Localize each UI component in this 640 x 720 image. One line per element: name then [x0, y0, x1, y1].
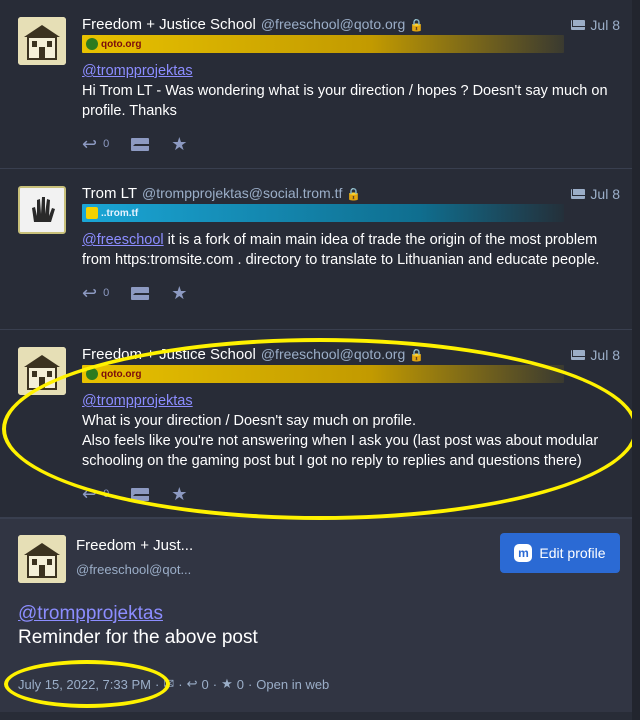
date-text: Jul 8 [590, 347, 620, 363]
mention-link[interactable]: @trompprojektas [18, 603, 163, 625]
favourite-button[interactable]: ★ [171, 284, 187, 302]
lock-icon: 🔒 [409, 18, 425, 32]
reply-icon: ↩ [82, 134, 98, 154]
reply-all-icon: ↩ [186, 676, 198, 691]
status-actions: ↩ 0 ★ [82, 284, 626, 302]
instance-name: qoto.org [101, 38, 142, 50]
status-actions: ↩ 0 ★ [82, 485, 626, 503]
instance-icon [86, 368, 98, 380]
reply-all-icon: ↩ [82, 484, 98, 504]
reply-count: 0 [103, 488, 110, 500]
favourite-button[interactable]: ★ [171, 485, 187, 503]
status-text: Hi Trom LT - Was wondering what is your … [82, 83, 608, 119]
star-icon: ★ [171, 134, 188, 154]
status-header: Freedom + Justice School @freeschool@qot… [82, 344, 626, 364]
instance-icon [86, 207, 98, 219]
envelope-icon [131, 137, 152, 151]
status-header: Freedom + Justice School @freeschool@qot… [82, 14, 626, 34]
favourite-count: 0 [236, 676, 244, 692]
instance-icon [86, 38, 98, 50]
edit-profile-label: Edit profile [539, 545, 606, 561]
status-item[interactable]: Freedom + Justice School @freeschool@qot… [0, 0, 640, 169]
display-name[interactable]: Freedom + Justice School [82, 345, 256, 365]
instance-name: qoto.org [101, 368, 142, 380]
avatar[interactable] [18, 17, 66, 65]
display-name[interactable]: Trom LT [82, 184, 137, 204]
account-handle[interactable]: @freeschool@qoto.org [261, 344, 405, 364]
account-handle[interactable]: @trompprojektas@social.trom.tf [142, 183, 342, 203]
reply-all-button[interactable]: ↩ 0 [82, 485, 109, 503]
envelope-icon [571, 350, 587, 360]
status-item[interactable]: Freedom + Justice School @freeschool@qot… [0, 330, 640, 518]
direct-button[interactable] [131, 137, 152, 151]
status-meta: July 15, 2022, 7:33 PM · ✉ · ↩ 0 · ★ 0 ·… [18, 676, 329, 692]
star-icon: ★ [171, 484, 188, 504]
avatar[interactable] [18, 535, 66, 583]
status-text-line: Also feels like you're not answering whe… [82, 433, 599, 469]
hand-icon [20, 188, 64, 232]
lock-icon: 🔒 [346, 187, 362, 201]
reply-button[interactable]: ↩ 0 [82, 135, 109, 153]
edit-profile-button[interactable]: m Edit profile [500, 533, 620, 573]
status-content: @trompprojektas Hi Trom LT - Was wonderi… [82, 61, 626, 121]
separator: · [247, 676, 253, 692]
instance-ticker: qoto.org [82, 365, 564, 383]
reply-all-button[interactable]: ↩ 0 [82, 284, 109, 302]
direct-button[interactable] [131, 286, 152, 300]
mention-link[interactable]: @trompprojektas [82, 63, 193, 79]
school-house-icon [18, 347, 66, 395]
instance-ticker: qoto.org [82, 35, 564, 53]
status-date[interactable]: Jul 8 [571, 186, 620, 202]
display-name[interactable]: Freedom + Justice School [82, 15, 256, 35]
school-house-icon [18, 17, 66, 65]
separator: · [212, 676, 218, 692]
scrollbar[interactable] [632, 0, 640, 720]
favourite-button[interactable]: ★ [171, 135, 187, 153]
status-actions: ↩ 0 ★ [82, 135, 626, 153]
star-icon: ★ [221, 676, 233, 691]
display-name[interactable]: Freedom + Just... [76, 537, 193, 554]
avatar[interactable] [18, 186, 66, 234]
instance-ticker: ..trom.tf [82, 204, 564, 222]
status-content: @trompprojektas What is your direction /… [82, 391, 626, 471]
separator: · [154, 676, 160, 692]
status-text-line: What is your direction / Doesn't say muc… [82, 413, 416, 429]
avatar[interactable] [18, 347, 66, 395]
mention-link[interactable]: @freeschool [82, 232, 164, 248]
separator: · [178, 676, 183, 692]
account-handle[interactable]: @freeschool@qot... [76, 562, 191, 577]
reply-all-icon: ↩ [82, 283, 98, 303]
focused-status: Freedom + Just... @freeschool@qot... m E… [0, 518, 632, 712]
envelope-icon [571, 189, 587, 199]
open-in-web-link[interactable]: Open in web [256, 677, 329, 692]
mention-link[interactable]: @trompprojektas [82, 393, 193, 409]
status-content: @freeschool it is a fork of main main id… [82, 230, 626, 270]
reply-count: 0 [103, 138, 110, 150]
mastodon-icon: m [514, 544, 533, 562]
reply-count: 0 [103, 287, 110, 299]
status-item[interactable]: Trom LT @trompprojektas@social.trom.tf 🔒… [0, 169, 640, 330]
status-text: Reminder for the above post [18, 627, 258, 648]
reply-count: 0 [201, 676, 209, 692]
date-text: Jul 8 [590, 17, 620, 33]
envelope-icon [571, 20, 587, 30]
star-icon: ★ [171, 283, 188, 303]
timestamp-link[interactable]: July 15, 2022, 7:33 PM [18, 677, 151, 692]
school-house-icon [18, 535, 66, 583]
status-date[interactable]: Jul 8 [571, 347, 620, 363]
envelope-icon [131, 487, 152, 501]
envelope-icon: ✉ [163, 676, 175, 691]
date-text: Jul 8 [590, 186, 620, 202]
direct-button[interactable] [131, 487, 152, 501]
lock-icon: 🔒 [409, 348, 425, 362]
account-handle[interactable]: @freeschool@qoto.org [261, 14, 405, 34]
status-date[interactable]: Jul 8 [571, 17, 620, 33]
status-header: Trom LT @trompprojektas@social.trom.tf 🔒 [82, 183, 626, 203]
envelope-icon [131, 286, 152, 300]
instance-name: ..trom.tf [101, 207, 139, 219]
